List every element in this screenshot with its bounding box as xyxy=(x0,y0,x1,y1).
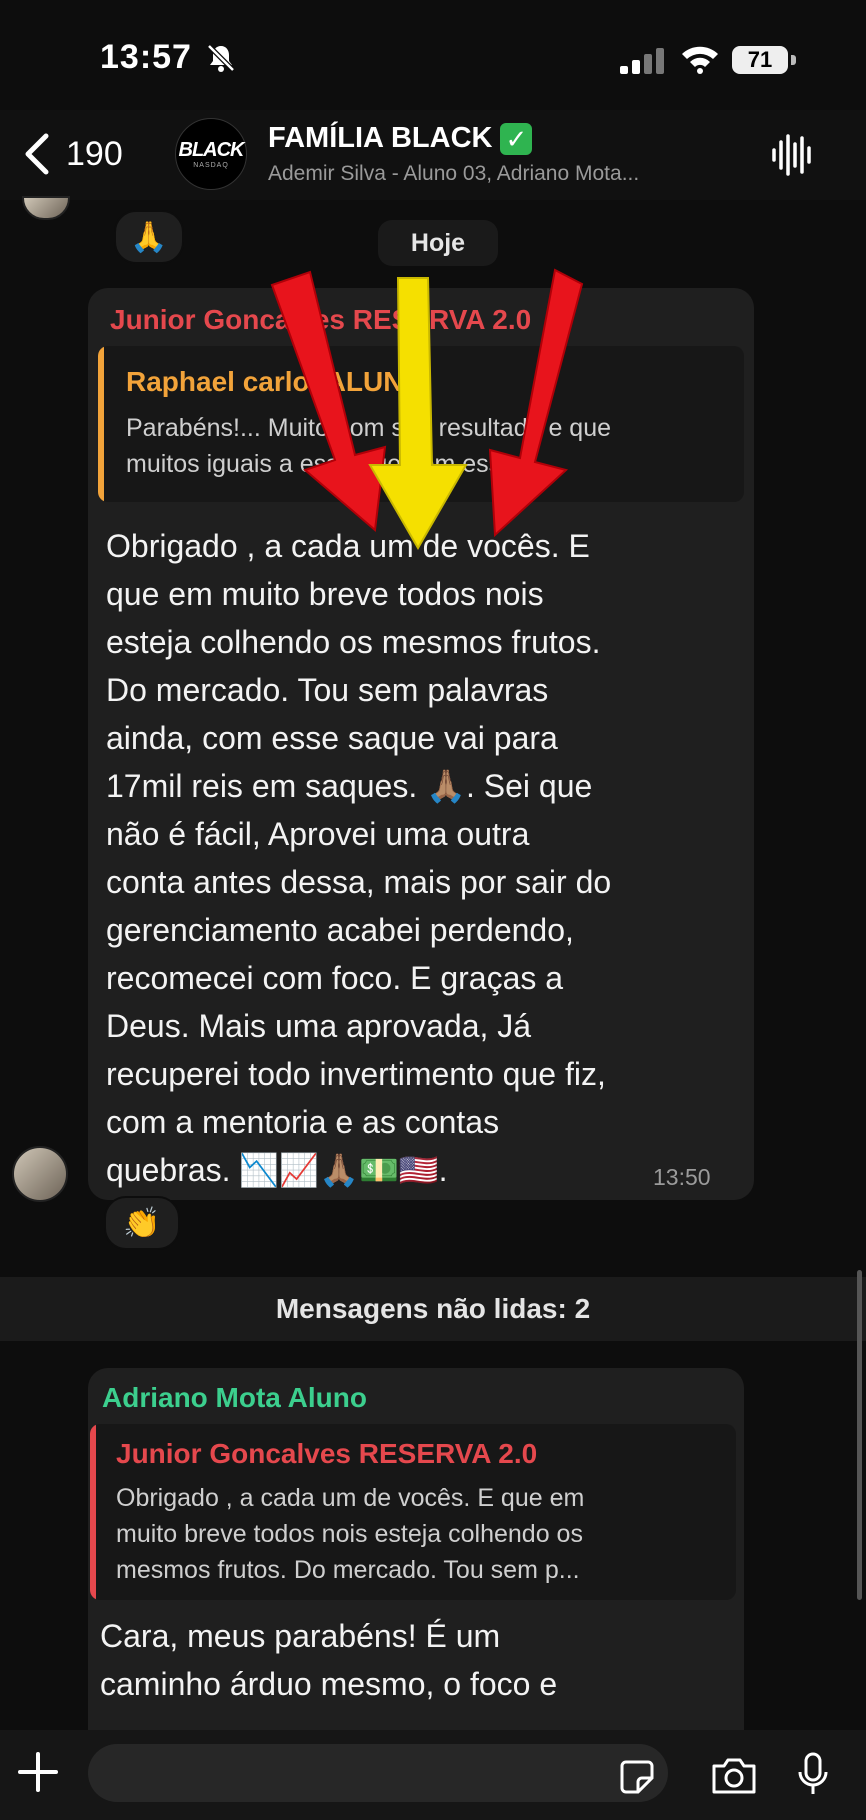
message-line: recomecei com foco. E graças a xyxy=(106,960,564,996)
audio-waveform-icon[interactable] xyxy=(770,132,814,178)
message-sender[interactable]: Adriano Mota Aluno xyxy=(102,1382,367,1414)
message-line: quebras. 📉📈🙏🏽💵🇺🇸. xyxy=(106,1152,448,1188)
back-button[interactable]: 190 xyxy=(22,124,142,184)
quoted-text-line: mesmos frutos. Do mercado. Tou sem p... xyxy=(116,1556,580,1584)
quoted-text-line: muito breve todos nois esteja colhendo o… xyxy=(116,1520,583,1548)
microphone-icon[interactable] xyxy=(796,1752,830,1798)
group-avatar[interactable]: BLACK NASDAQ xyxy=(175,118,247,190)
message-input[interactable] xyxy=(88,1744,668,1802)
day-separator: Hoje xyxy=(378,220,498,266)
sender-avatar[interactable] xyxy=(12,1146,68,1202)
chevron-left-icon xyxy=(25,133,49,175)
message-line: recuperei todo invertimento que fiz, xyxy=(106,1056,606,1092)
message-line: conta antes dessa, mais por sair do xyxy=(106,864,612,900)
message-line: Cara, meus parabéns! É um xyxy=(100,1618,501,1654)
status-time: 13:57 xyxy=(100,38,192,76)
group-avatar-sub: NASDAQ xyxy=(193,162,229,169)
quoted-text-line: muitos iguais a esse que vem esse. xyxy=(126,450,523,478)
quoted-text-line: Parabéns!... Muito bom seu resultado e q… xyxy=(126,414,612,442)
message-line: esteja colhendo os mesmos frutos. xyxy=(106,624,601,660)
message-line: 17mil reis em saques. 🙏🏽. Sei que xyxy=(106,768,593,804)
message-line: gerenciamento acabei perdendo, xyxy=(106,912,574,948)
message-line: Deus. Mais uma aprovada, Já xyxy=(106,1008,532,1044)
unread-chats-count: 190 xyxy=(66,134,123,173)
sticker-icon[interactable] xyxy=(618,1758,656,1796)
check-mark-icon: ✓ xyxy=(500,122,533,155)
quote-bar xyxy=(98,346,104,502)
message-line: Obrigado , a cada um de vocês. E xyxy=(106,528,590,564)
chat-members[interactable]: Ademir Silva - Aluno 03, Adriano Mota... xyxy=(268,162,738,186)
message-bubble[interactable]: Junior Goncalves RESERVA 2.0 Raphael car… xyxy=(88,288,754,1200)
message-text: Obrigado , a cada um de vocês. E que em … xyxy=(106,522,611,1194)
message-line: Do mercado. Tou sem palavras xyxy=(106,672,549,708)
reaction-message[interactable]: 👏 xyxy=(104,1196,180,1250)
chat-title-text: FAMÍLIA BLACK xyxy=(268,122,493,154)
quoted-sender: Junior Goncalves RESERVA 2.0 xyxy=(116,1438,538,1469)
message-line: com a mentoria e as contas xyxy=(106,1104,500,1140)
reaction-prev-message[interactable]: 🙏 xyxy=(114,210,184,264)
status-bar: 13:57 71 xyxy=(0,0,866,110)
message-bubble[interactable]: Adriano Mota Aluno Junior Goncalves RESE… xyxy=(88,1368,744,1768)
bell-muted-icon xyxy=(207,44,235,72)
camera-icon[interactable] xyxy=(710,1756,758,1796)
plus-icon[interactable] xyxy=(16,1750,60,1794)
message-text: Cara, meus parabéns! É um caminho árduo … xyxy=(100,1612,557,1708)
message-line: não é fácil, Aprovei uma outra xyxy=(106,816,530,852)
quoted-sender: Raphael carlot ALUNO xyxy=(126,366,426,397)
message-input-bar xyxy=(0,1730,866,1820)
quoted-message[interactable]: Raphael carlot ALUNO Parabéns!... Muito … xyxy=(98,346,744,502)
quote-bar xyxy=(90,1424,96,1600)
message-line: ainda, com esse saque vai para xyxy=(106,720,558,756)
cell-signal-icon xyxy=(620,48,664,74)
message-sender[interactable]: Junior Goncalves RESERVA 2.0 xyxy=(110,304,531,336)
message-line: caminho árduo mesmo, o foco e xyxy=(100,1666,558,1702)
quoted-message[interactable]: Junior Goncalves RESERVA 2.0 Obrigado , … xyxy=(90,1424,736,1600)
wifi-icon xyxy=(682,46,718,74)
battery-indicator: 71 xyxy=(732,46,788,74)
group-avatar-brand: BLACK xyxy=(178,139,245,161)
scrollbar[interactable] xyxy=(857,1270,862,1600)
message-line: que em muito breve todos nois xyxy=(106,576,544,612)
unread-messages-divider: Mensagens não lidas: 2 xyxy=(0,1277,866,1341)
battery-tip xyxy=(791,55,796,65)
message-time: 13:50 xyxy=(653,1164,711,1190)
chat-header: 190 BLACK NASDAQ FAMÍLIA BLACK ✓ Ademir … xyxy=(0,110,866,200)
chat-title[interactable]: FAMÍLIA BLACK ✓ xyxy=(268,122,533,155)
quoted-text-line: Obrigado , a cada um de vocês. E que em xyxy=(116,1484,585,1512)
